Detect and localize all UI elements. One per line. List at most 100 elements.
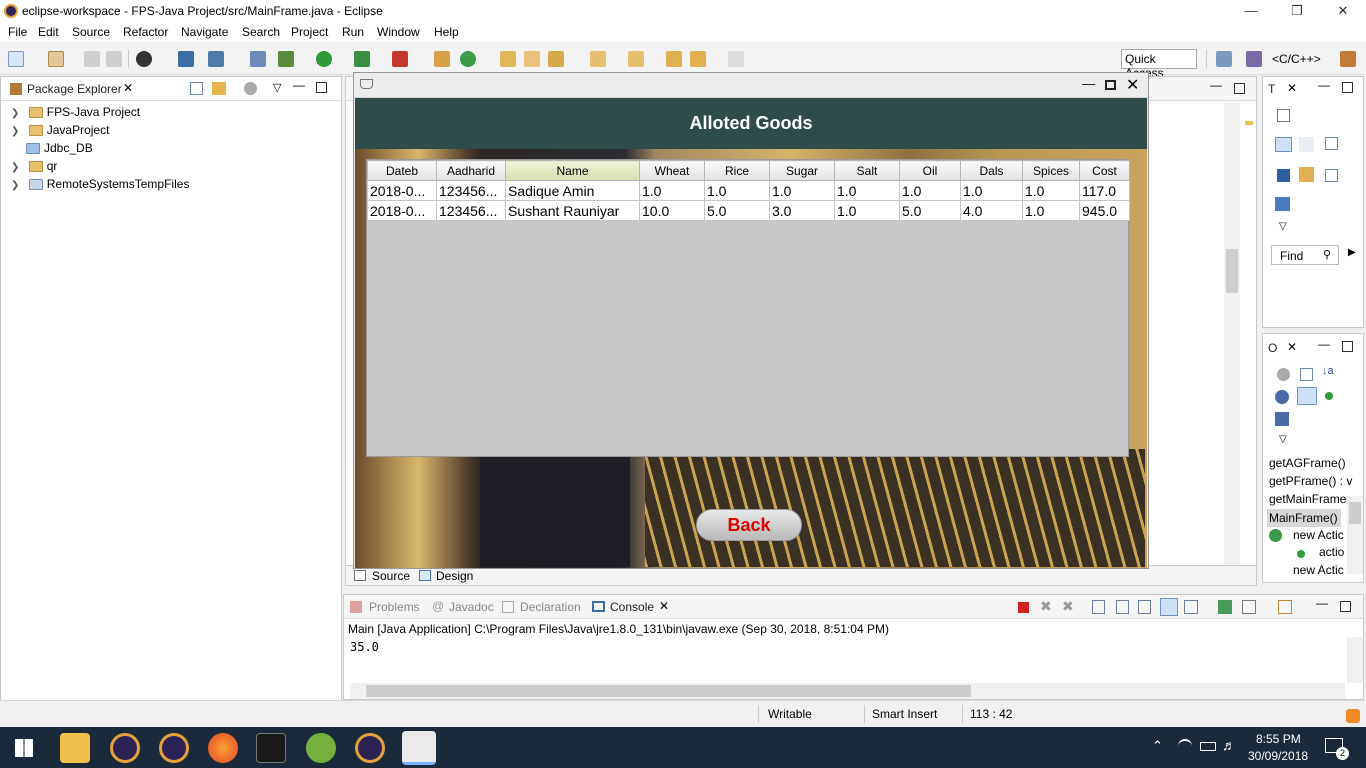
java-app-icon[interactable] <box>402 731 436 765</box>
close-tab-icon[interactable]: ✕ <box>659 599 669 613</box>
scrollbar-thumb[interactable] <box>1226 249 1238 293</box>
volume-icon[interactable]: ♬ <box>1222 737 1236 753</box>
menu-search[interactable]: Search <box>242 25 280 39</box>
tree-item-fps-java-project[interactable]: ❯ FPS-Java Project <box>11 103 140 121</box>
view-menu-icon[interactable]: ▽ <box>1279 221 1287 232</box>
hide-nonpublic-icon[interactable] <box>1275 412 1289 426</box>
scroll-lock-icon[interactable] <box>1092 600 1105 614</box>
minimize-editor-icon[interactable]: — <box>1210 78 1222 92</box>
collapse-all-icon[interactable] <box>1300 368 1313 381</box>
new-icon[interactable] <box>8 51 24 67</box>
frame-close-button[interactable]: ✕ <box>1126 75 1139 95</box>
expand-arrow-icon[interactable]: ❯ <box>11 180 19 191</box>
table-cell[interactable]: 117.0 <box>1079 180 1130 201</box>
display-console-icon[interactable] <box>1184 600 1198 614</box>
battery-icon[interactable] <box>1200 742 1216 751</box>
firefox-icon[interactable] <box>208 733 238 763</box>
minimize-view-icon[interactable]: — <box>1318 78 1330 92</box>
hide-completed-icon[interactable] <box>1277 169 1290 182</box>
table-cell[interactable]: 1.0 <box>960 180 1023 201</box>
perspective-cpp-label[interactable]: <C/C++> <box>1272 52 1321 66</box>
tree-item-javaproject[interactable]: ❯ JavaProject <box>11 121 109 139</box>
scrollbar-thumb[interactable] <box>1349 502 1361 524</box>
file-explorer-icon[interactable] <box>60 733 90 763</box>
restore-button[interactable]: ❐ <box>1274 0 1320 22</box>
maximize-view-icon[interactable] <box>1342 341 1353 352</box>
minimize-view-icon[interactable]: — <box>293 78 305 92</box>
table-cell[interactable]: 4.0 <box>960 200 1023 221</box>
table-cell[interactable]: 2018-0... <box>367 180 437 201</box>
collapse-all-icon[interactable] <box>190 82 203 95</box>
new-class-icon[interactable] <box>460 51 476 67</box>
column-header[interactable]: Wheat <box>639 160 705 181</box>
menu-file[interactable]: File <box>8 25 27 39</box>
outline-item[interactable]: new Actic <box>1293 563 1344 577</box>
hide-static-icon[interactable] <box>1297 387 1317 405</box>
table-cell[interactable]: 1.0 <box>769 180 835 201</box>
console-vertical-scrollbar[interactable] <box>1347 637 1363 683</box>
outline-scrollbar[interactable] <box>1347 496 1363 574</box>
debug-icon[interactable] <box>278 51 294 67</box>
table-cell[interactable]: 1.0 <box>639 180 705 201</box>
outline-item-selected[interactable]: MainFrame() <box>1267 509 1341 527</box>
wifi-icon[interactable] <box>1178 739 1192 753</box>
table-row[interactable]: 2018-0... 123456... Sadique Amin 1.0 1.0… <box>367 180 1130 201</box>
new-task-icon[interactable] <box>1277 109 1290 122</box>
close-button[interactable]: ✕ <box>1320 0 1366 22</box>
outline-item[interactable]: new Actic <box>1293 528 1344 542</box>
table-cell[interactable]: Sushant Rauniyar <box>505 200 640 221</box>
maximize-view-icon[interactable] <box>1342 82 1353 93</box>
pin-console-icon[interactable] <box>1160 598 1178 616</box>
open-perspective-icon[interactable] <box>1216 51 1232 67</box>
console-output[interactable]: 35.0 <box>350 640 379 654</box>
close-tab-icon[interactable]: ✕ <box>123 81 133 95</box>
close-tab-icon[interactable]: ✕ <box>1287 340 1297 354</box>
tree-item-qr[interactable]: ❯ qr <box>11 157 57 175</box>
eclipse-taskbar-icon-3[interactable] <box>355 733 385 763</box>
expand-arrow-icon[interactable]: ▶ <box>1348 247 1356 258</box>
task-list-tab[interactable]: T <box>1268 82 1275 96</box>
coverage-icon[interactable] <box>354 51 370 67</box>
menu-edit[interactable]: Edit <box>38 25 59 39</box>
hierarchy-icon[interactable] <box>1299 137 1314 152</box>
remove-all-icon[interactable]: ✖ <box>1062 598 1074 615</box>
mysql-workbench-icon[interactable] <box>256 733 286 763</box>
show-hidden-icons-icon[interactable]: ⌃ <box>1152 738 1163 754</box>
next-annotation-icon[interactable] <box>590 51 606 67</box>
column-header[interactable]: Rice <box>704 160 770 181</box>
table-cell[interactable]: 1.0 <box>1022 180 1080 201</box>
table-cell[interactable]: 1.0 <box>834 180 900 201</box>
open-task-icon[interactable] <box>524 51 540 67</box>
display-selected-icon[interactable] <box>1242 600 1256 614</box>
menu-help[interactable]: Help <box>434 25 459 39</box>
column-header[interactable]: Salt <box>834 160 900 181</box>
schedule-icon[interactable] <box>1299 167 1314 182</box>
rss-feed-icon[interactable] <box>1346 709 1360 723</box>
column-header[interactable]: Name <box>505 160 640 181</box>
outline-tab[interactable]: O <box>1268 341 1277 355</box>
outline-item[interactable]: actio <box>1319 545 1344 559</box>
outline-item[interactable]: getPFrame() : v <box>1269 474 1352 488</box>
collapse-icon[interactable] <box>1325 137 1338 150</box>
external-tools-icon[interactable] <box>392 51 408 67</box>
table-cell[interactable]: 1.0 <box>1022 200 1080 221</box>
clock-time[interactable]: 8:55 PM <box>1256 732 1301 746</box>
table-cell[interactable]: 5.0 <box>899 200 961 221</box>
editor-vertical-scrollbar[interactable] <box>1224 103 1240 565</box>
back-icon[interactable] <box>690 51 706 67</box>
back-button[interactable]: Back <box>696 509 802 541</box>
minimize-view-icon[interactable]: — <box>1318 337 1330 351</box>
search-icon[interactable] <box>548 51 564 67</box>
synchronize-icon[interactable] <box>1275 197 1290 211</box>
view-menu-icon[interactable]: ▽ <box>273 81 281 94</box>
outline-icon[interactable] <box>208 51 224 67</box>
declaration-tab[interactable]: Declaration <box>520 600 581 614</box>
open-type-icon[interactable] <box>500 51 516 67</box>
table-cell[interactable]: 2018-0... <box>367 200 437 221</box>
source-tab[interactable]: Source <box>372 569 410 583</box>
maximize-editor-icon[interactable] <box>1234 83 1245 94</box>
goods-table-scrollpane[interactable]: Dateb Aadharid Name Wheat Rice Sugar Sal… <box>366 159 1130 457</box>
clock-date[interactable]: 30/09/2018 <box>1248 749 1308 763</box>
find-input[interactable]: Find ⚲ <box>1271 245 1339 265</box>
console-tab[interactable]: Console <box>610 600 654 614</box>
